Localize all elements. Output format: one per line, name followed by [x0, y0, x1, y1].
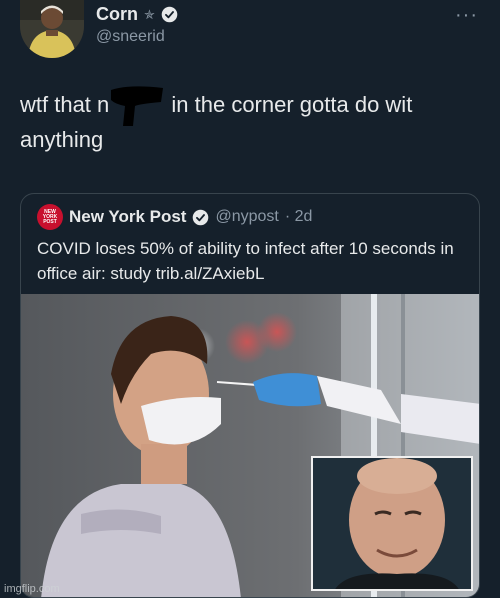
tweet-text: wtf that n in the corner gotta do wit an… — [20, 86, 480, 155]
nypost-logo: NEW YORK POST — [37, 204, 63, 230]
tweet-text-part1: wtf that n — [20, 92, 110, 117]
avatar[interactable] — [20, 0, 84, 58]
quoted-text: COVID loses 50% of ability to infect aft… — [37, 239, 454, 283]
quoted-header: NEW YORK POST New York Post @nypost · 2d — [37, 204, 312, 230]
star-icon: ✯ — [144, 6, 155, 22]
quoted-tweet[interactable]: NEW YORK POST New York Post @nypost · 2d… — [20, 193, 480, 598]
tweet-text-part3: ng — [78, 127, 104, 152]
news-photo[interactable] — [21, 294, 479, 597]
more-icon[interactable]: ··· — [455, 4, 478, 27]
redaction-scribble — [109, 86, 165, 126]
quoted-name[interactable]: New York Post — [69, 207, 186, 227]
author-handle[interactable]: @sneerid — [96, 28, 178, 46]
watermark: imgflip.com — [4, 583, 60, 595]
quoted-handle[interactable]: @nypost — [215, 208, 278, 226]
author-name[interactable]: Corn — [96, 4, 138, 25]
inset-portrait[interactable] — [311, 456, 473, 591]
tweet-card: Corn ✯ @sneerid ··· wtf that n in the co… — [0, 0, 500, 598]
verified-icon — [193, 209, 209, 225]
tweet-author: Corn ✯ @sneerid — [96, 4, 178, 46]
quoted-time[interactable]: · 2d — [285, 208, 313, 226]
verified-icon — [161, 6, 178, 23]
